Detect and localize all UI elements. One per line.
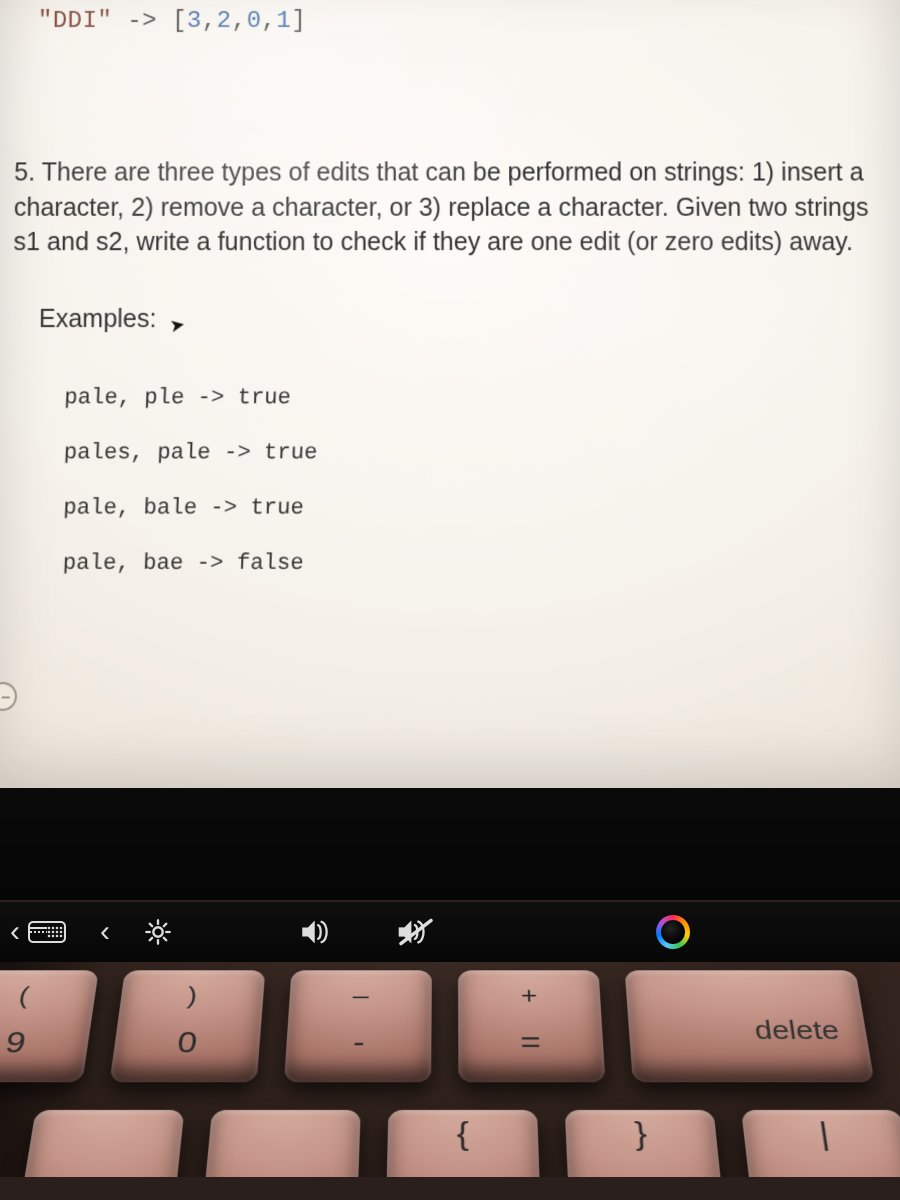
siri-icon [656,915,690,949]
examples-code-block: pale, ple -> true pales, pale -> true pa… [63,370,893,591]
key-delete[interactable]: delete [625,970,875,1082]
key-bracket-close[interactable]: } [565,1110,730,1177]
key-minus[interactable]: – - [284,970,432,1082]
key-row-qwerty: O P { } | [0,1110,900,1177]
key-row-numbers: ( 9 ) 0 – - + = delete [0,970,874,1082]
mouse-cursor-icon: ➤ [168,313,187,337]
key-bracket-open[interactable]: { [384,1110,542,1177]
key-9[interactable]: ( 9 [0,970,99,1082]
example-line: pale, bae -> false [62,536,893,591]
brightness-icon[interactable] [144,918,172,946]
problem-statement: 5. There are three types of edits that c… [11,35,888,260]
volume-icon[interactable] [300,918,334,946]
example-line: pale, bale -> true [62,480,892,535]
history-clock-icon[interactable] [0,682,17,711]
keyboard-deck: ( 9 ) 0 – - + = delete O P { } [0,962,900,1177]
laptop-bezel [0,788,900,900]
example-line: pales, pale -> true [63,425,892,480]
laptop-screen: "DDI" -> [3,2,0,1] 5. There are three ty… [0,0,900,804]
key-equals[interactable]: + = [458,970,605,1082]
key-backslash[interactable]: | [741,1110,900,1177]
code-snippet-top: "DDI" -> [3,2,0,1] [14,0,887,35]
keyboard-collapse-icon[interactable]: ‹ [10,915,66,949]
mute-icon[interactable] [396,917,436,947]
key-o[interactable]: O [10,1110,185,1177]
siri-button[interactable] [656,915,690,949]
example-line: pale, ple -> true [63,370,891,425]
examples-heading: Examples: ➤ [11,260,890,334]
touch-bar[interactable]: ‹ ‹ [0,902,900,962]
key-0[interactable]: ) 0 [110,970,266,1082]
back-chevron-icon[interactable]: ‹ [100,915,110,949]
key-p[interactable]: P [197,1110,361,1177]
